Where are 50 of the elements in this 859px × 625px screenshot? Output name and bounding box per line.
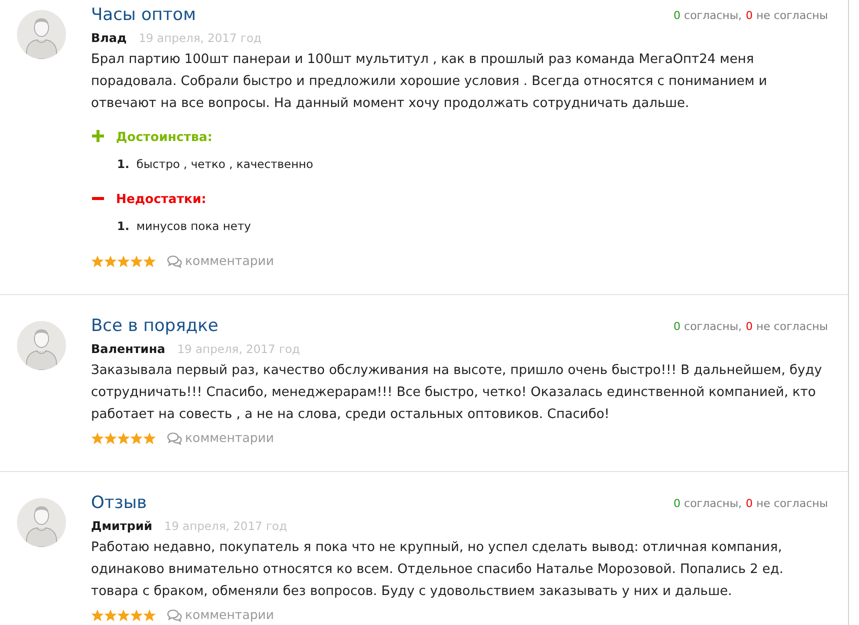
agree-link[interactable]: 0 согласны,: [674, 496, 742, 510]
star-icon: [143, 608, 156, 622]
pros-heading: Достоинства:: [116, 128, 212, 144]
list-number: 1.: [117, 218, 130, 235]
review-date: 19 апреля, 2017 год: [177, 341, 300, 358]
review-title[interactable]: Все в порядке: [91, 314, 218, 338]
star-icon: [104, 254, 117, 268]
star-icon: [143, 254, 156, 268]
review-text: Заказывала первый раз, качество обслуживания на высоте, пришло очень быстро!!! В дальнейшем, буду сотрудничать!!! Спасибо, менеджерарам!!! Все быстро, четко! Оказалась единственной компанией, кто работает на совесть , а не на слова, среди остальных оптовиков. Спасибо!: [91, 362, 823, 424]
author-name: Влад: [91, 30, 127, 47]
star-icon: [104, 608, 117, 622]
star-icon: [117, 608, 130, 622]
star-icon: [130, 608, 143, 622]
avatar-icon: [17, 498, 66, 547]
star-icon: [91, 608, 104, 622]
review-title[interactable]: Отзыв: [91, 491, 147, 515]
review-date: 19 апреля, 2017 год: [138, 30, 262, 47]
avatar-icon: [17, 10, 66, 59]
avatar-icon: [17, 321, 66, 370]
star-icon: [130, 254, 143, 268]
comments-link[interactable]: комментарии: [167, 253, 274, 269]
star-icon: [117, 432, 130, 444]
review-text: Брал партию 100шт панераи и 100шт мультитул , как в прошлый раз команда МегаОпт24 меня порадовала. Собрали быстро и предложили хорошие условия . Всегда относятся с пониманием и отвечают на все вопросы. На данный момент хочу продолжать сотрудничать дальше.: [91, 51, 768, 113]
disagree-link[interactable]: 0 не согласны: [746, 496, 828, 510]
review-text: Работаю недавно, покупатель я пока что не крупный, но успел сделать вывод: отличная компания, одинаково внимательно относятся ко всем. Отдельное спасибо Наталье Морозовой. Попались 2 ед. товара с браком, обменяли без вопросов. Буду с удовольствием заказывать у них и дальше.: [91, 539, 784, 601]
minus-icon: [92, 196, 104, 200]
comments-link[interactable]: комментарии: [167, 607, 274, 623]
star-icon: [130, 432, 143, 444]
star-icon: [143, 432, 156, 444]
author-name: Валентина: [91, 341, 166, 358]
star-icon: [104, 432, 117, 444]
plus-icon: [92, 130, 104, 142]
agree-link[interactable]: 0 согласны,: [674, 320, 742, 332]
disagree-link[interactable]: 0 не согласны: [746, 320, 828, 332]
speech-bubbles-icon: [167, 432, 182, 444]
disagree-link[interactable]: 0 не согласны: [746, 8, 828, 22]
list-number: 1.: [117, 156, 130, 173]
star-icon: [117, 254, 130, 268]
review-title[interactable]: Часы оптом: [91, 3, 196, 27]
pros-item: быстро , четко , качественно: [136, 156, 314, 173]
speech-bubbles-icon: [167, 254, 182, 268]
speech-bubbles-icon: [167, 608, 182, 622]
cons-heading: Недостатки:: [116, 190, 206, 206]
review-date: 19 апреля, 2017 год: [164, 518, 288, 535]
cons-item: минусов пока нету: [136, 218, 251, 235]
star-icon: [91, 432, 104, 444]
agree-link[interactable]: 0 согласны,: [674, 8, 742, 22]
comments-link[interactable]: комментарии: [167, 430, 274, 446]
author-name: Дмитрий: [91, 518, 152, 535]
star-icon: [91, 254, 104, 268]
